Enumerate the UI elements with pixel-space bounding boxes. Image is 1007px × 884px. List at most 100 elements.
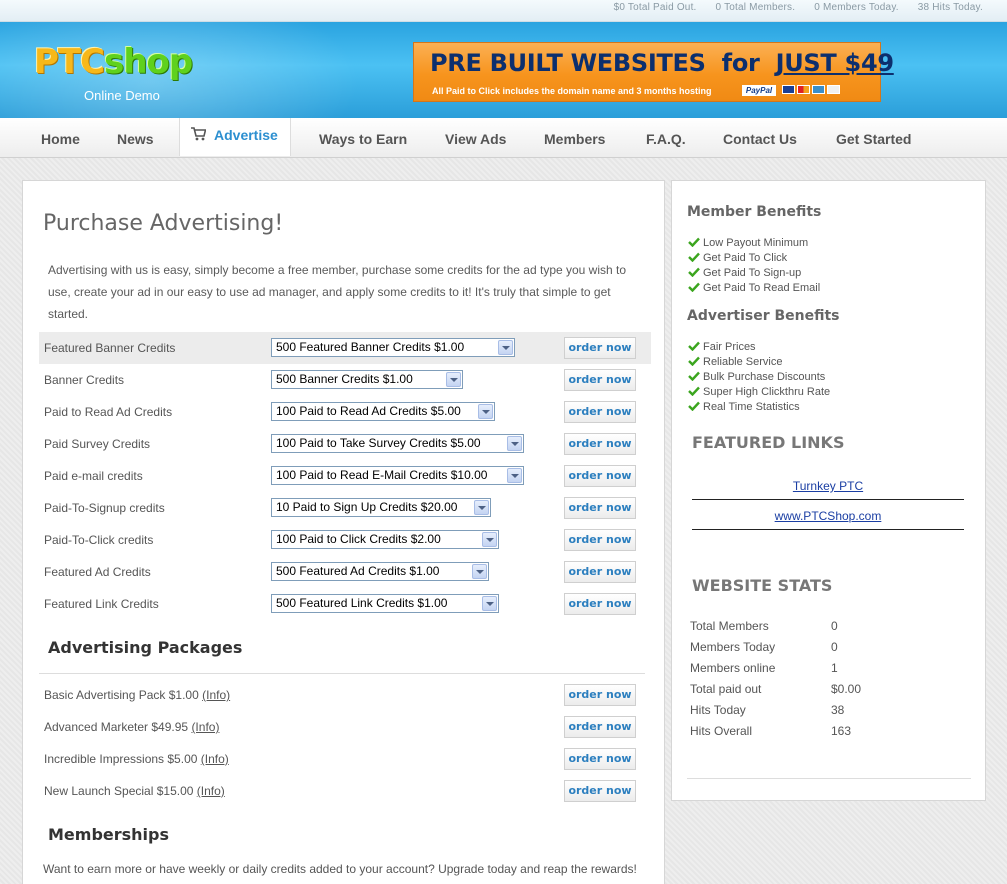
featured-links-divider [692,499,964,500]
checkmark-icon [688,267,700,278]
nav-view-ads[interactable]: View Ads [445,118,506,158]
nav-contact-us[interactable]: Contact Us [723,118,797,158]
paid-click-credits-select[interactable]: 100 Paid to Click Credits $2.00 [271,530,499,549]
order-now-button[interactable]: order now [564,561,636,583]
package-info-link[interactable]: (Info) [197,784,225,798]
select-value: 100 Paid to Read E-Mail Credits $10.00 [276,468,488,482]
banner-for: for [721,49,760,77]
total-members-stat: 0 Total Members. [715,2,796,13]
order-now-button[interactable]: order now [564,433,636,455]
visa-card-icon [782,85,795,94]
order-now-button[interactable]: order now [564,716,636,738]
checkmark-icon [688,282,700,293]
package-name: Basic Advertising Pack $1.00 [44,688,199,702]
sidebar-divider [687,778,971,779]
member-benefit-item: Low Payout Minimum [688,237,808,249]
dropdown-arrow-icon [474,500,489,515]
nav-get-started[interactable]: Get Started [836,118,911,158]
nav-members[interactable]: Members [544,118,605,158]
benefit-label: Bulk Purchase Discounts [703,371,826,383]
logo-subtitle: Online Demo [84,88,160,103]
promo-banner[interactable]: PRE BUILT WEBSITES for JUST $49 All Paid… [413,42,894,102]
page-title: Purchase Advertising! [43,211,284,236]
ad-row-label: Paid to Read Ad Credits [44,405,173,419]
ad-row-paid-signup: Paid-To-Signup credits 10 Paid to Sign U… [39,492,651,524]
featured-link-turnkey-ptc[interactable]: Turnkey PTC [692,479,964,493]
order-now-button[interactable]: order now [564,401,636,423]
banner-credits-select[interactable]: 500 Banner Credits $1.00 [271,370,463,389]
shopping-cart-icon [190,119,207,141]
nav-news[interactable]: News [117,118,154,158]
advertiser-benefit-item: Bulk Purchase Discounts [688,371,825,383]
select-value: 100 Paid to Take Survey Credits $5.00 [276,436,481,450]
featured-link-ptcshop[interactable]: www.PTCShop.com [692,509,964,523]
nav-faq[interactable]: F.A.Q. [646,118,686,158]
banner-subtext: All Paid to Click includes the domain na… [432,86,712,96]
advertiser-benefit-item: Super High Clickthru Rate [688,386,830,398]
nav-advertise[interactable]: Advertise [179,118,291,156]
featured-ad-credits-select[interactable]: 500 Featured Ad Credits $1.00 [271,562,489,581]
checkmark-icon [688,341,700,352]
benefit-label: Fair Prices [703,341,756,353]
paid-email-credits-select[interactable]: 100 Paid to Read E-Mail Credits $10.00 [271,466,524,485]
checkmark-icon [688,386,700,397]
featured-link-credits-select[interactable]: 500 Featured Link Credits $1.00 [271,594,499,613]
order-now-button[interactable]: order now [564,593,636,615]
order-now-button[interactable]: order now [564,465,636,487]
nav-ways-to-earn[interactable]: Ways to Earn [319,118,407,158]
main-content: Purchase Advertising! Advertising with u… [22,180,665,884]
benefit-label: Real Time Statistics [703,401,800,413]
featured-links-divider [692,529,964,530]
order-now-button[interactable]: order now [564,748,636,770]
checkmark-icon [688,371,700,382]
site-header: PTCshop Online Demo PRE BUILT WEBSITES f… [0,22,1007,118]
benefit-label: Super High Clickthru Rate [703,386,831,398]
banner-sub-text: All Paid to Click includes the domain na… [432,86,712,96]
stat-label-members-online: Members online [690,661,776,675]
dropdown-arrow-icon [507,436,522,451]
packages-heading: Advertising Packages [48,638,243,657]
top-stats-bar: $0 Total Paid Out. 0 Total Members. 0 Me… [0,0,1007,22]
order-now-button[interactable]: order now [564,529,636,551]
advertiser-benefit-item: Fair Prices [688,341,756,353]
hits-today-stat: 38 Hits Today. [917,2,983,13]
select-value: 100 Paid to Click Credits $2.00 [276,532,441,546]
package-label: New Launch Special $15.00 (Info) [44,784,225,798]
stat-value-total-members: 0 [831,619,838,633]
packages-divider [39,673,645,674]
package-info-link[interactable]: (Info) [202,688,230,702]
ad-row-label: Paid-To-Click credits [44,533,154,547]
sidebar: Member Benefits Low Payout Minimum Get P… [671,180,986,801]
nav-home[interactable]: Home [41,118,80,158]
site-logo[interactable]: PTCshop Online Demo [34,42,193,103]
ad-row-label: Paid-To-Signup credits [44,501,165,515]
banner-lead: PRE BUILT WEBSITES [430,49,706,77]
memberships-text: Want to earn more or have weekly or dail… [43,862,637,876]
ad-row-banner: Banner Credits 500 Banner Credits $1.00 … [39,364,651,396]
package-label: Basic Advertising Pack $1.00 (Info) [44,688,230,702]
featured-banner-credits-select[interactable]: 500 Featured Banner Credits $1.00 [271,338,515,357]
package-label: Advanced Marketer $49.95 (Info) [44,720,219,734]
order-now-button[interactable]: order now [564,337,636,359]
order-now-button[interactable]: order now [564,684,636,706]
site-stats-summary: $0 Total Paid Out. 0 Total Members. 0 Me… [598,2,983,13]
paid-survey-credits-select[interactable]: 100 Paid to Take Survey Credits $5.00 [271,434,524,453]
select-value: 500 Featured Ad Credits $1.00 [276,564,440,578]
payment-icons: PayPal [742,85,840,96]
stat-value-hits-today: 38 [831,703,845,717]
order-now-button[interactable]: order now [564,369,636,391]
dropdown-arrow-icon [482,532,497,547]
checkmark-icon [688,401,700,412]
ad-row-paid-email: Paid e-mail credits 100 Paid to Read E-M… [39,460,651,492]
paid-signup-credits-select[interactable]: 10 Paid to Sign Up Credits $20.00 [271,498,491,517]
package-row: New Launch Special $15.00 (Info) order n… [39,775,651,807]
select-value: 500 Featured Banner Credits $1.00 [276,340,465,354]
order-now-button[interactable]: order now [564,497,636,519]
package-info-link[interactable]: (Info) [201,752,229,766]
package-info-link[interactable]: (Info) [191,720,219,734]
intro-text: Advertising with us is easy, simply beco… [48,263,627,321]
website-stats-heading: WEBSITE STATS [692,576,833,595]
order-now-button[interactable]: order now [564,780,636,802]
logo-ptc-text: PTC [34,42,105,82]
paid-to-read-credits-select[interactable]: 100 Paid to Read Ad Credits $5.00 [271,402,495,421]
